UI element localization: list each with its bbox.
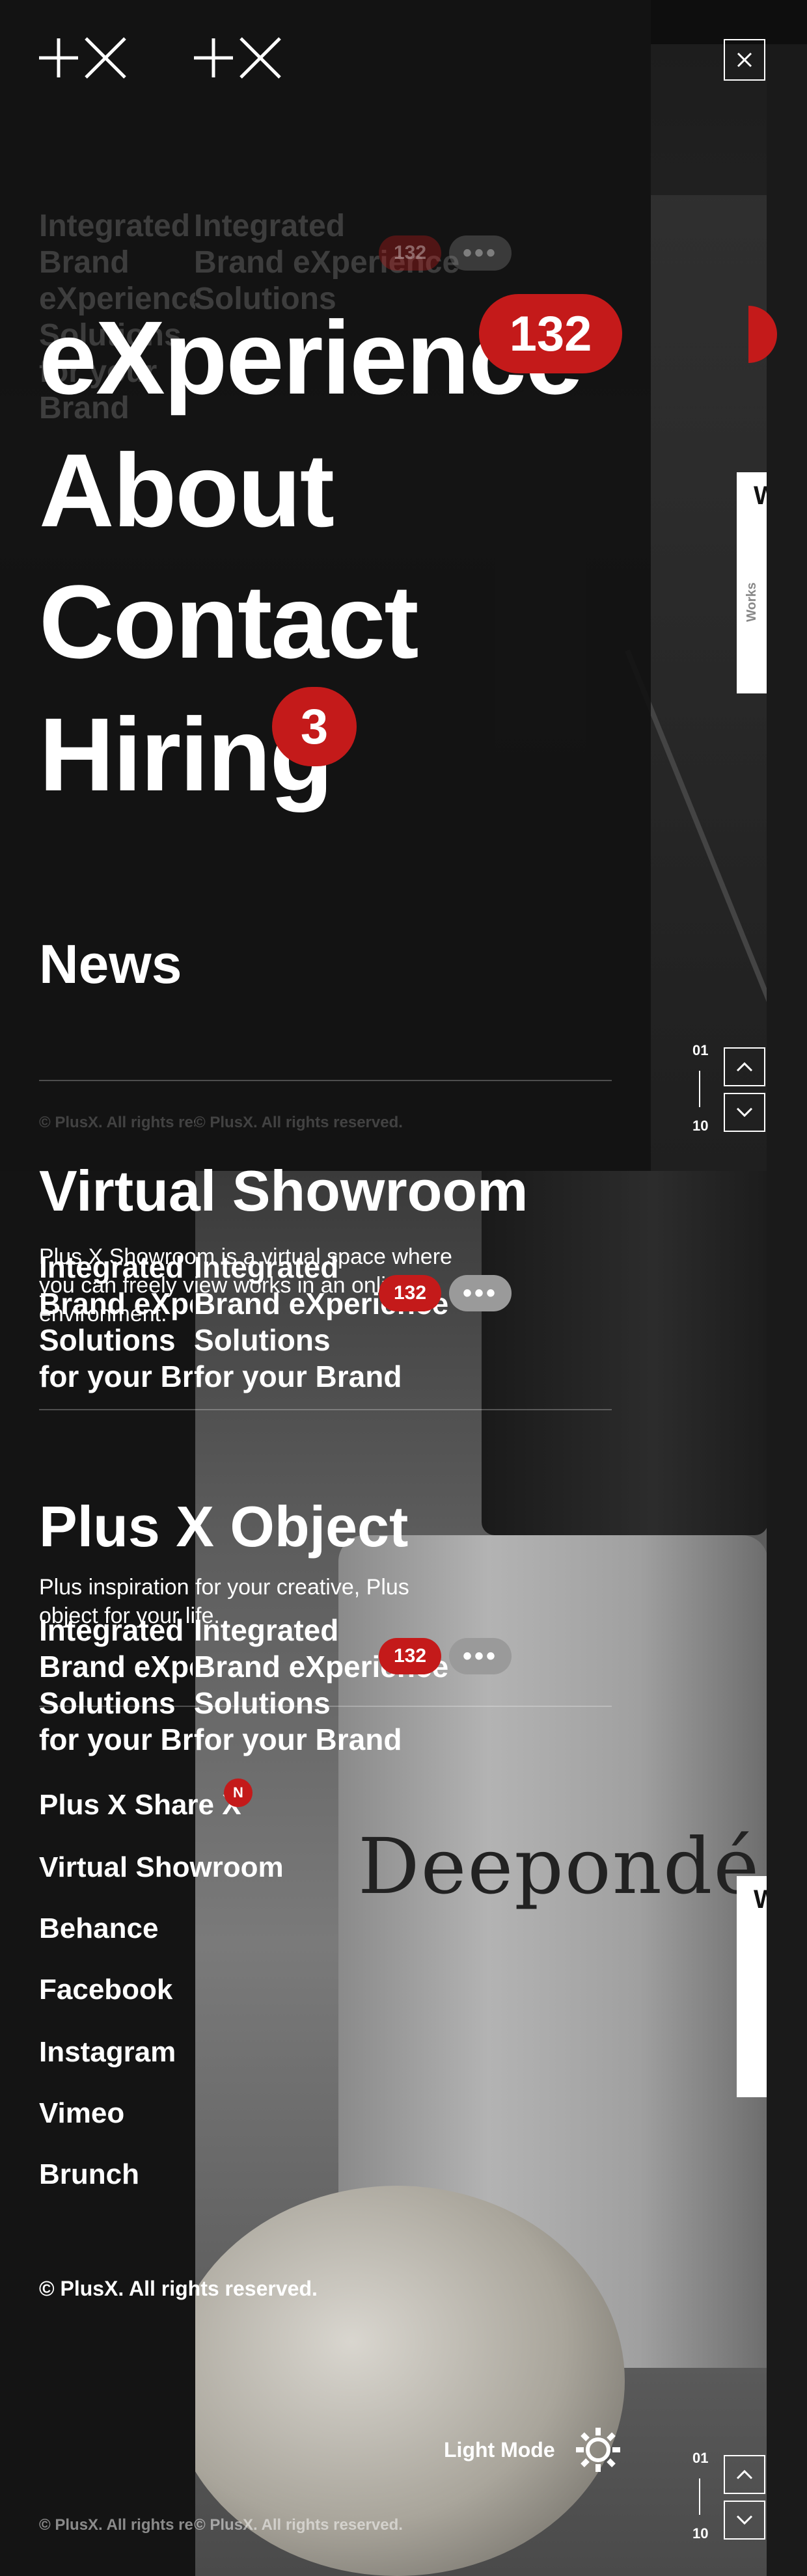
light-mode-toggle[interactable]: Light Mode — [444, 2426, 622, 2473]
slide-pager-bottom: 01 10 — [692, 2449, 767, 2546]
bottom-copyright: © PlusX. All rights reserved. — [194, 2516, 403, 2534]
menu-item-news[interactable]: News — [39, 937, 182, 991]
footer-link-virtual-showroom[interactable]: Virtual Showroom — [39, 1851, 284, 1884]
footer-link-facebook[interactable]: Facebook — [39, 1974, 172, 2006]
object-title[interactable]: Plus X Object — [39, 1494, 408, 1560]
pager-line — [699, 2478, 700, 2515]
ghost-line: Integrated — [39, 209, 191, 243]
plusx-logo-secondary[interactable] — [194, 35, 285, 81]
pager-next-button[interactable] — [724, 2501, 765, 2540]
tagline-line: Solutions — [39, 1686, 176, 1720]
footer-link-vimeo[interactable]: Vimeo — [39, 2097, 124, 2130]
tagline-count-badge: 132 — [379, 1638, 441, 1674]
menu-item-contact[interactable]: Contact — [39, 570, 419, 674]
plusx-logo-icon — [194, 37, 281, 79]
pager-line — [699, 1071, 700, 1107]
tagline-clipped: Integrated Brand eXpe Solutions for your… — [39, 1612, 193, 1758]
showroom-title[interactable]: Virtual Showroom — [39, 1158, 528, 1224]
new-badge: N — [224, 1778, 253, 1807]
pager-current: 01 — [692, 1042, 709, 1058]
side-tab-label: W. — [754, 481, 767, 510]
ghost-copyright: © PlusX. All rights reserved. — [194, 1114, 403, 1131]
tagline-line: for your Brand — [194, 1723, 402, 1756]
chevron-down-icon — [736, 2515, 753, 2525]
more-options-button[interactable]: ••• — [449, 1638, 512, 1674]
ghost-more-icon: ••• — [449, 235, 512, 271]
light-mode-label: Light Mode — [444, 2437, 555, 2462]
tagline-line: for your Br — [39, 1723, 193, 1756]
chevron-up-icon — [736, 1062, 753, 1072]
tagline-line: Brand eXpe — [39, 1650, 193, 1684]
section-divider — [39, 1409, 612, 1410]
footer-link-behance[interactable]: Behance — [39, 1912, 158, 1945]
section-divider — [39, 1706, 612, 1707]
chevron-down-icon — [736, 1107, 753, 1118]
product-brand-text: Deepondé — [358, 1821, 761, 1911]
slide-pager-top: 01 10 — [692, 1041, 767, 1138]
pager-current: 01 — [692, 2450, 709, 2466]
pager-next-button[interactable] — [724, 1093, 765, 1132]
tagline-line: Brand eXpe — [39, 1287, 193, 1321]
bottom-copyright-clipped: © PlusX. All rights res — [39, 2516, 193, 2534]
tagline-line: for your Brand — [194, 1360, 402, 1393]
chevron-up-icon — [736, 2469, 753, 2480]
side-tab-sub: Works — [745, 582, 759, 622]
pager-total: 10 — [692, 2525, 709, 2542]
close-menu-button[interactable] — [724, 39, 765, 81]
right-dark-strip — [767, 0, 807, 2576]
plusx-logo-icon — [39, 37, 126, 79]
pager-prev-button[interactable] — [724, 2455, 765, 2494]
ghost-copyright-clipped: © PlusX. All rights reserved. — [39, 1114, 195, 1131]
dark-bottle-shape — [482, 1171, 767, 1535]
footer-link-instagram[interactable]: Instagram — [39, 2036, 176, 2069]
tagline-line: Solutions — [194, 1323, 331, 1357]
tagline-line: Integrated — [39, 1613, 184, 1647]
plusx-logo[interactable] — [39, 35, 130, 81]
more-options-button[interactable]: ••• — [449, 1275, 512, 1311]
hiring-count-badge: 3 — [272, 687, 357, 766]
works-side-tab[interactable]: W. Works — [737, 472, 767, 693]
tagline-line: for your Br — [39, 1360, 193, 1393]
topbar-dark-strip — [651, 0, 807, 44]
works-side-tab-2[interactable]: W. — [737, 1876, 767, 2097]
tagline-count-badge: 132 — [379, 1275, 441, 1311]
footer-copyright: © PlusX. All rights reserved. — [39, 2277, 318, 2300]
footer-link-share-x[interactable]: Plus X Share X — [39, 1789, 241, 1821]
tagline-line: Solutions — [39, 1323, 176, 1357]
tagline: Integrated Brand eXperience Solutions fo… — [194, 1249, 448, 1395]
pager-prev-button[interactable] — [724, 1047, 765, 1086]
side-tab-label: W. — [754, 1885, 767, 1914]
experience-count-badge: 132 — [479, 294, 622, 373]
tagline-line: Integrated — [39, 1250, 184, 1284]
footer-link-brunch[interactable]: Brunch — [39, 2158, 139, 2191]
sun-icon — [575, 2428, 620, 2472]
pager-total: 10 — [692, 1118, 709, 1134]
tagline: Integrated Brand eXperience Solutions fo… — [194, 1612, 448, 1758]
menu-item-about[interactable]: About — [39, 438, 335, 543]
menu-divider — [39, 1080, 612, 1081]
ghost-count-badge: 132 — [379, 235, 441, 271]
close-icon — [737, 52, 752, 68]
tagline-line: Solutions — [194, 1686, 331, 1720]
tagline-clipped: Integrated Brand eXpe Solutions for your… — [39, 1249, 193, 1395]
